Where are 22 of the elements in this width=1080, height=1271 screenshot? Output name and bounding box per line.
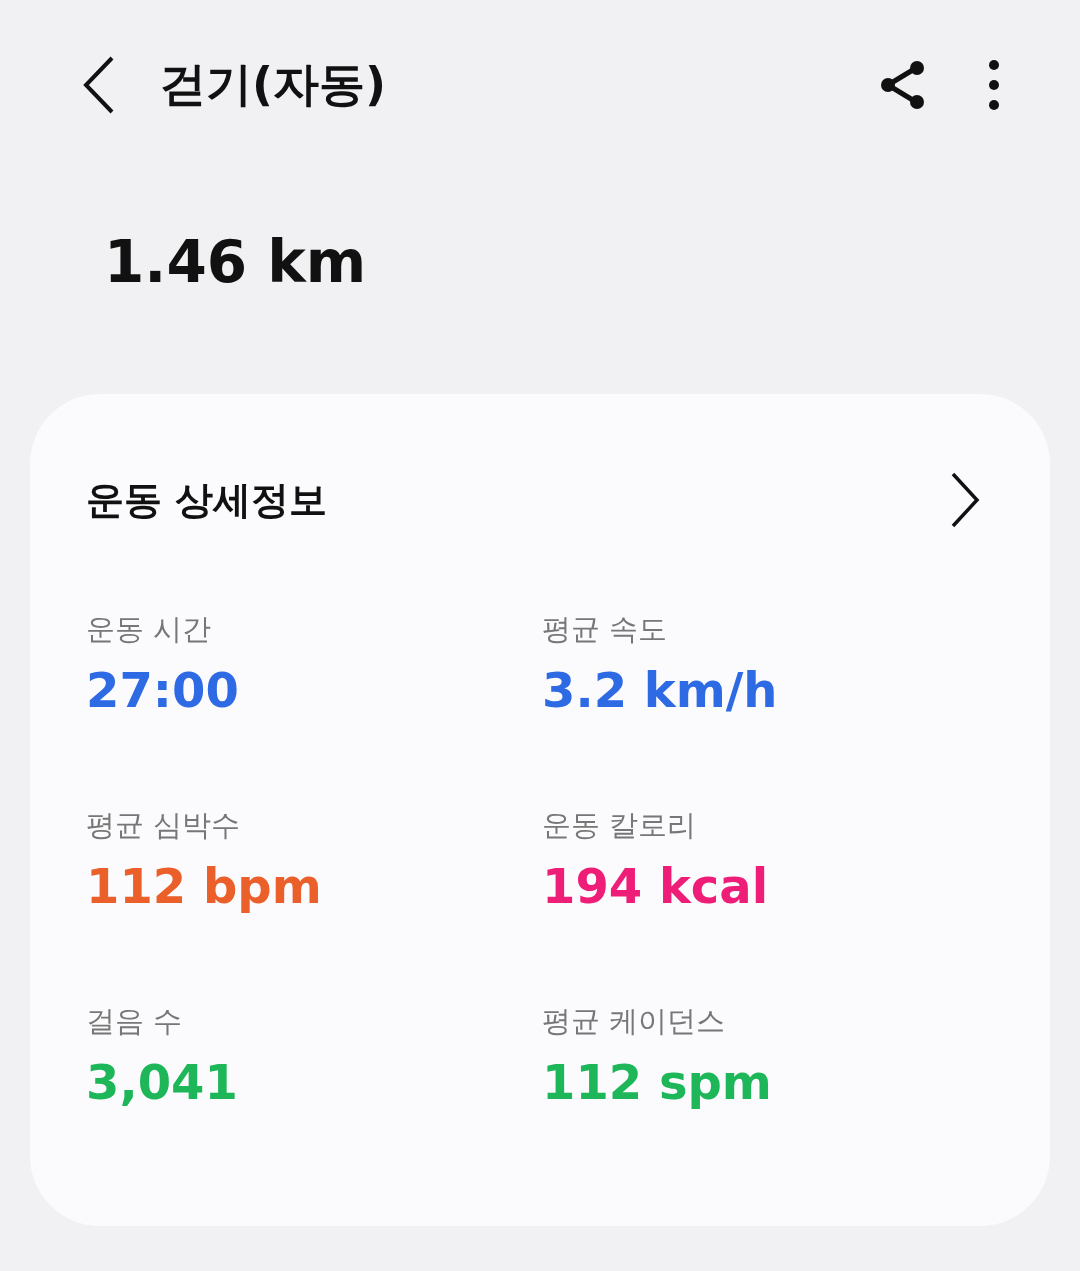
stat-label: 평균 심박수 xyxy=(86,807,242,844)
stat-value: 194 kcal xyxy=(542,858,769,914)
page-title: 걷기(자동) xyxy=(160,56,388,113)
stat-value: 112 bpm xyxy=(86,858,322,914)
back-icon xyxy=(82,56,116,114)
back-button[interactable] xyxy=(82,56,116,114)
more-options-button[interactable] xyxy=(988,59,1000,111)
more-icon xyxy=(988,59,1000,111)
stat-label: 운동 칼로리 xyxy=(542,807,698,844)
stat-value: 27:00 xyxy=(86,662,239,718)
chevron-right-icon[interactable] xyxy=(950,472,980,528)
stat-label: 평균 속도 xyxy=(542,611,669,648)
stat-value: 3.2 km/h xyxy=(542,662,778,718)
stat-label: 평균 케이던스 xyxy=(542,1003,727,1040)
share-button[interactable] xyxy=(880,60,926,110)
share-icon xyxy=(880,60,926,110)
stat-value: 112 spm xyxy=(542,1054,772,1110)
distance-value: 1.46 km xyxy=(104,228,368,296)
stat-label: 걸음 수 xyxy=(86,1003,184,1040)
card-title[interactable]: 운동 상세정보 xyxy=(86,474,328,526)
stat-label: 운동 시간 xyxy=(86,611,213,648)
stat-value: 3,041 xyxy=(86,1054,238,1110)
